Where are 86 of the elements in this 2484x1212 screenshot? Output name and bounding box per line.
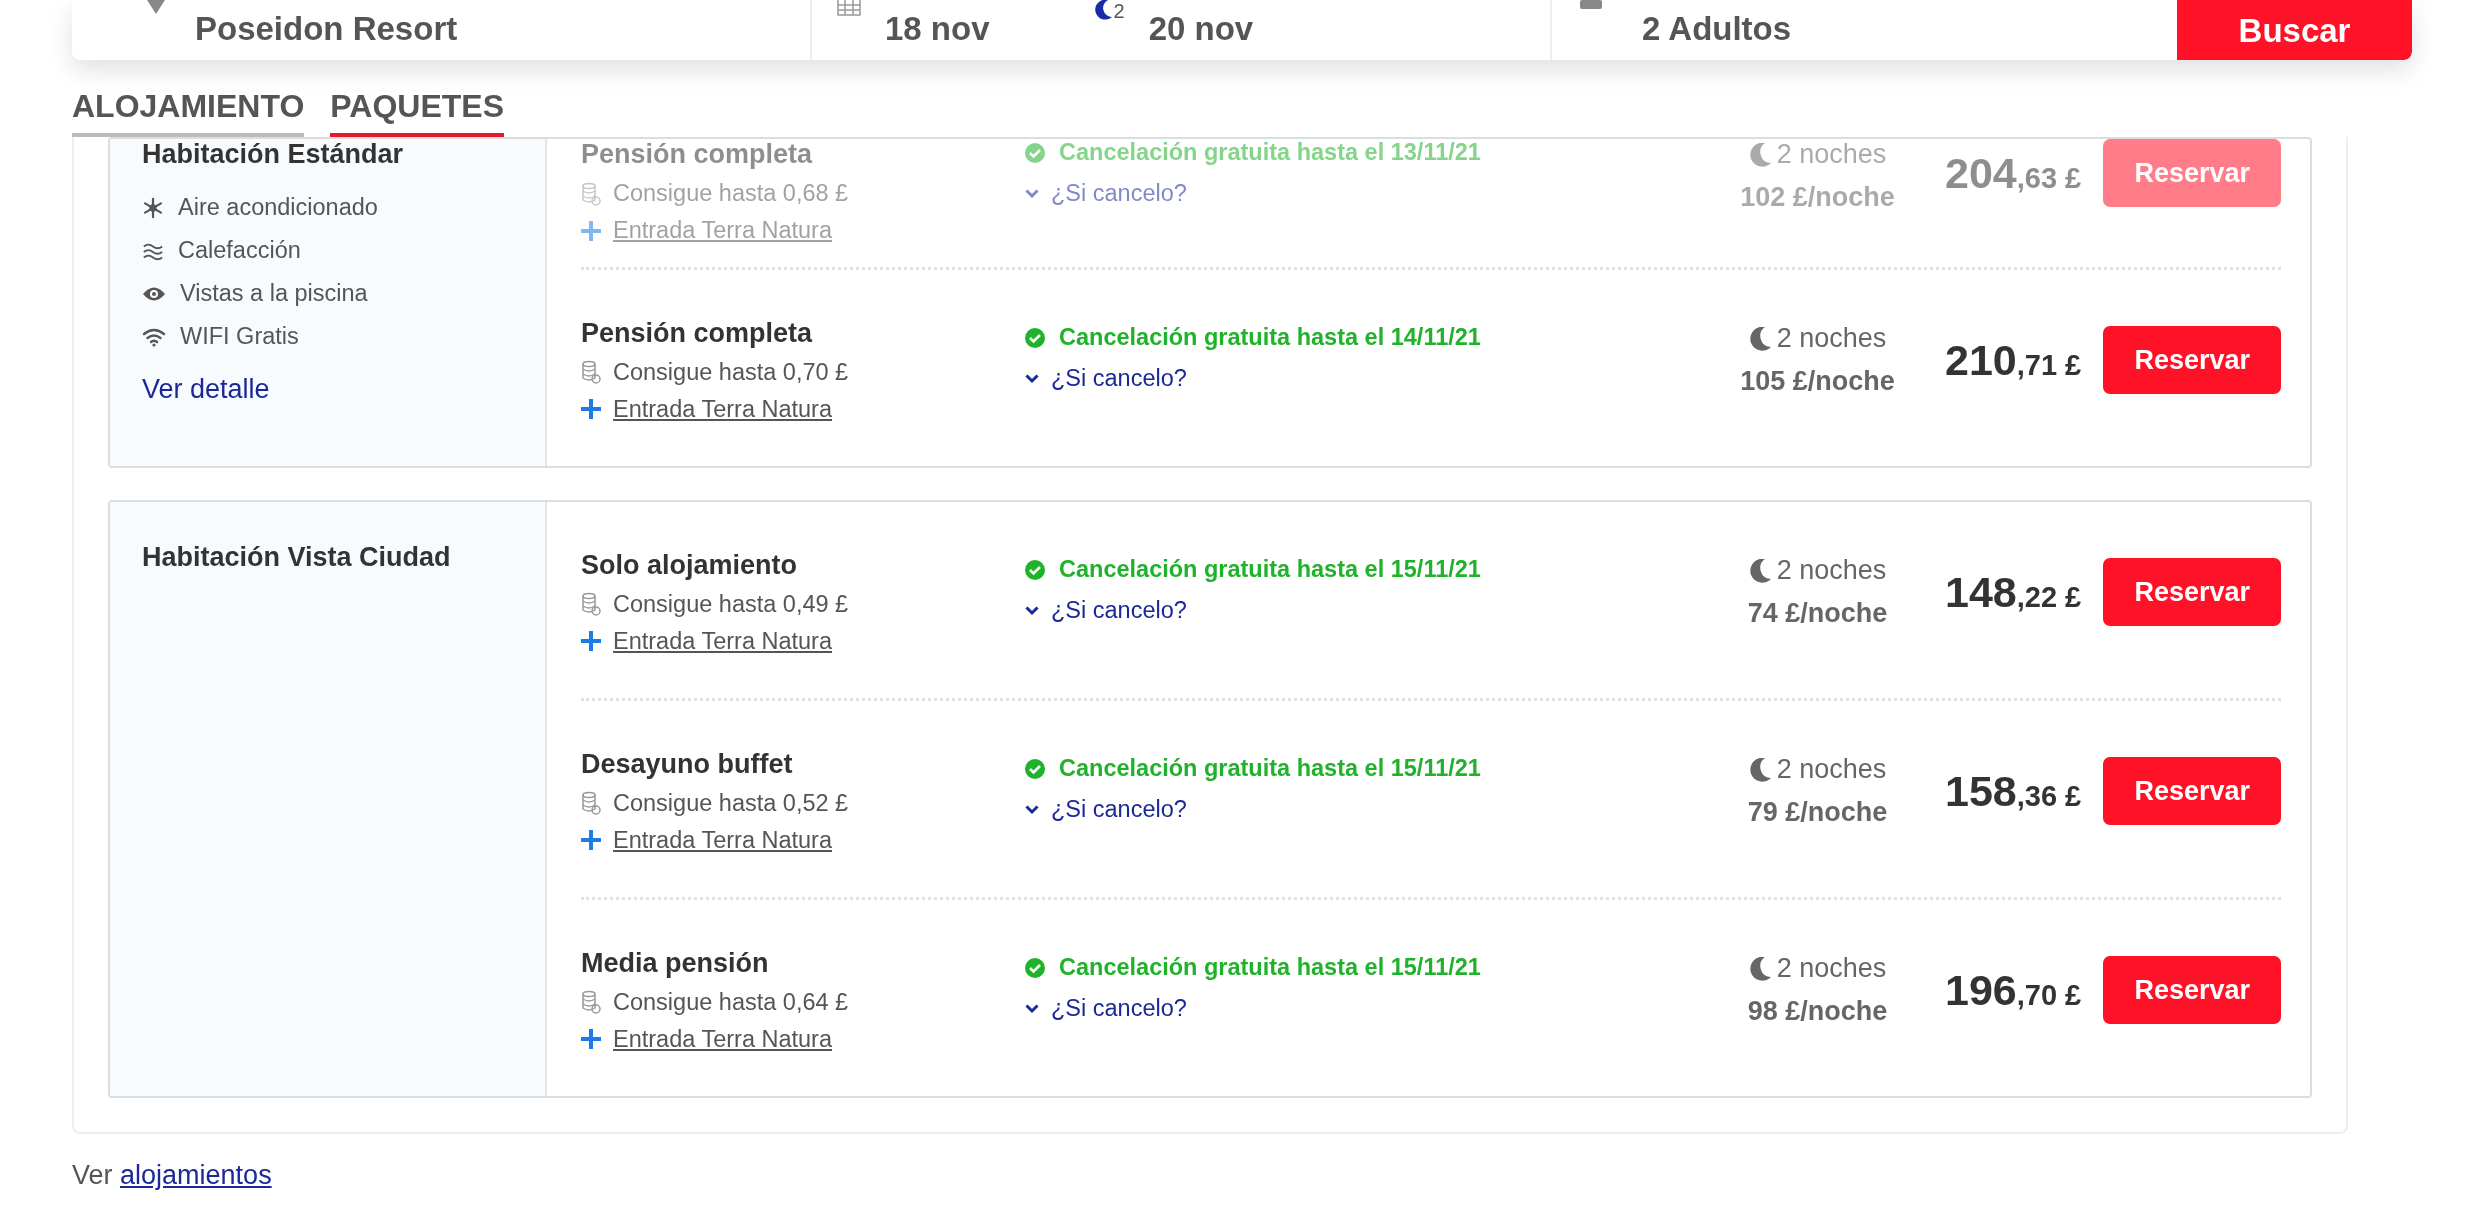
check-circle-icon	[1025, 758, 1045, 779]
nights-text: 2 noches	[1776, 555, 1887, 586]
moon-icon	[1748, 757, 1771, 782]
extra-link[interactable]: Entrada Terra Natura	[613, 826, 833, 854]
book-button[interactable]: Reservar	[2103, 326, 2282, 394]
cancellation-text: Cancelación gratuita hasta el 15/11/21	[1059, 954, 1481, 981]
moon-icon	[1748, 326, 1771, 351]
plus-icon	[581, 1029, 601, 1049]
check-circle-icon	[1025, 559, 1045, 580]
chevron-down-icon	[1025, 1003, 1039, 1014]
chevron-down-icon	[1025, 804, 1039, 815]
nights-text: 2 noches	[1776, 953, 1887, 984]
total-price: 204,63 £	[1945, 148, 2082, 198]
check-circle-icon	[1025, 327, 1045, 348]
amenity-text: Aire acondicionado	[178, 194, 378, 221]
price-per-night: 102 £/noche	[1740, 182, 1895, 213]
points-text: Consigue hasta 0,68 £	[613, 180, 849, 207]
total-price: 210,71 £	[1945, 335, 2082, 385]
chevron-down-icon	[1025, 188, 1039, 199]
cancellation-text: Cancelación gratuita hasta el 14/11/21	[1059, 324, 1481, 351]
board-type: Media pensión	[581, 947, 770, 979]
coins-icon	[581, 360, 601, 384]
footer-text: Ver	[72, 1160, 113, 1190]
plus-icon	[581, 830, 601, 850]
check-circle-icon	[1025, 957, 1045, 978]
nights-text: 2 noches	[1776, 139, 1887, 170]
nights-text: 2 noches	[1776, 754, 1887, 785]
cancel-info-toggle[interactable]: ¿Si cancelo?	[1025, 597, 1187, 624]
extra-link[interactable]: Entrada Terra Natura	[613, 395, 833, 423]
cancellation-text: Cancelación gratuita hasta el 15/11/21	[1059, 755, 1481, 782]
moon-icon	[1093, 0, 1112, 20]
check-circle-icon	[1025, 142, 1045, 163]
board-type: Pensión completa	[581, 317, 814, 349]
amenity-text: WIFI Gratis	[180, 323, 299, 350]
extra-link[interactable]: Entrada Terra Natura	[613, 1025, 833, 1053]
points-text: Consigue hasta 0,49 £	[613, 590, 849, 618]
cancel-info-toggle[interactable]: ¿Si cancelo?	[1025, 796, 1187, 823]
moon-icon	[1748, 956, 1771, 981]
book-button[interactable]: Reservar	[2103, 558, 2282, 626]
checkin-field[interactable]: 18 nov	[885, 10, 990, 48]
nights-count: 2	[1113, 0, 1125, 23]
total-price: 158,36 £	[1945, 766, 2082, 816]
moon-icon	[1748, 558, 1771, 583]
cancellation-text: Cancelación gratuita hasta el 13/11/21	[1059, 139, 1481, 166]
guests-field[interactable]: 2 Adultos	[1642, 10, 1792, 48]
points-text: Consigue hasta 0,70 £	[613, 358, 849, 386]
book-button[interactable]: Reservar	[2103, 956, 2282, 1024]
search-button[interactable]: Buscar	[2177, 0, 2412, 60]
cancel-info-toggle[interactable]: ¿Si cancelo?	[1025, 995, 1187, 1022]
extra-link[interactable]: Entrada Terra Natura	[613, 627, 833, 655]
accommodations-link[interactable]: alojamientos	[120, 1160, 272, 1190]
plus-icon	[581, 220, 601, 241]
total-price: 148,22 £	[1945, 567, 2082, 617]
points-text: Consigue hasta 0,52 £	[613, 789, 849, 817]
cancel-info-toggle[interactable]: ¿Si cancelo?	[1025, 365, 1187, 392]
board-type: Desayuno buffet	[581, 748, 794, 780]
plus-icon	[581, 631, 601, 651]
calendar-icon	[837, 0, 861, 16]
points-text: Consigue hasta 0,64 £	[613, 988, 849, 1016]
price-per-night: 98 £/noche	[1747, 996, 1888, 1027]
room-name: Habitación Vista Ciudad	[142, 542, 452, 573]
board-type: Solo alojamiento	[581, 549, 799, 581]
amenity-text: Calefacción	[178, 237, 301, 264]
price-per-night: 74 £/noche	[1747, 598, 1888, 629]
board-type: Pensión completa	[581, 139, 814, 170]
checkout-field[interactable]: 20 nov	[1148, 10, 1254, 48]
coins-icon	[581, 990, 601, 1014]
coins-icon	[581, 791, 601, 815]
plus-icon	[581, 399, 601, 419]
moon-icon	[1748, 142, 1771, 167]
chevron-down-icon	[1025, 373, 1039, 384]
chevron-down-icon	[1025, 605, 1039, 616]
amenity-text: Vistas a la piscina	[180, 280, 368, 307]
coins-icon	[581, 592, 601, 616]
room-detail-link[interactable]: Ver detalle	[142, 374, 270, 405]
total-price: 196,70 £	[1945, 965, 2082, 1015]
wifi-icon	[142, 326, 166, 347]
cancellation-text: Cancelación gratuita hasta el 15/11/21	[1059, 556, 1481, 583]
price-per-night: 79 £/noche	[1747, 797, 1888, 828]
price-per-night: 105 £/noche	[1740, 366, 1895, 397]
destination-field[interactable]: Poseidon Resort	[195, 10, 458, 48]
book-button[interactable]: Reservar	[2103, 757, 2282, 825]
nights-text: 2 noches	[1776, 323, 1887, 354]
coins-icon	[581, 181, 601, 206]
snowflake-icon	[142, 196, 164, 219]
room-name: Habitación Estándar	[142, 139, 405, 170]
